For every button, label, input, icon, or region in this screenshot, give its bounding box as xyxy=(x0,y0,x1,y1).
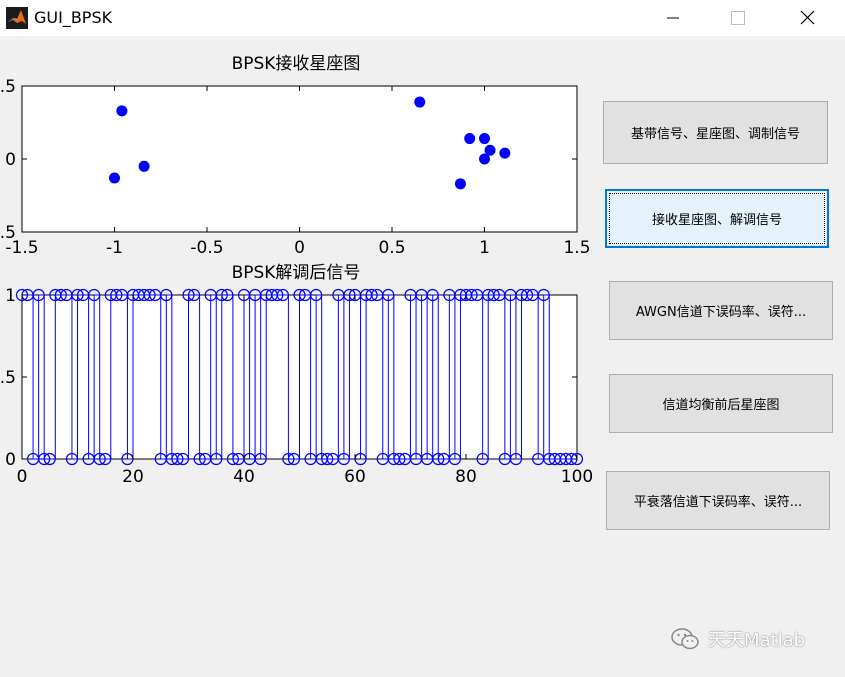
constellation-axes: BPSK接收星座图 -1.5 -1 -0.5 0 0.5 1 1.5 .50.5 xyxy=(0,54,591,258)
constellation-point xyxy=(454,178,466,190)
x-tick-label: 100 xyxy=(561,467,593,487)
button-label: 基带信号、星座图、调制信号 xyxy=(630,127,800,142)
x-tick-label: -0.5 xyxy=(190,238,223,258)
axes-box xyxy=(21,85,578,233)
button-label: 信道均衡前后星座图 xyxy=(662,398,780,413)
button-label: 接收星座图、解调信号 xyxy=(651,213,782,228)
window-title: GUI_BPSK xyxy=(34,8,113,27)
maximize-button[interactable] xyxy=(714,0,760,36)
x-tick-label: 20 xyxy=(122,467,144,487)
title-bar: GUI_BPSK xyxy=(0,0,845,36)
x-tick-label: 1 xyxy=(479,238,490,258)
x-tick-label: 80 xyxy=(455,467,477,487)
chart-title: BPSK接收星座图 xyxy=(232,54,361,74)
minimize-icon xyxy=(667,17,679,19)
watermark: 天天Matlab xyxy=(670,624,805,654)
receive-constellation-demod-button[interactable]: 接收星座图、解调信号 xyxy=(605,189,829,248)
x-tick-label: 40 xyxy=(233,467,255,487)
chart-title: BPSK解调后信号 xyxy=(232,263,361,283)
x-tick-label: 1.5 xyxy=(563,238,590,258)
constellation-point xyxy=(499,147,511,159)
x-tick-label: 60 xyxy=(344,467,366,487)
matlab-logo-icon xyxy=(6,7,28,29)
maximize-icon xyxy=(731,11,745,25)
wechat-icon xyxy=(671,628,699,650)
watermark-text: 天天Matlab xyxy=(708,630,806,651)
equalization-constellation-button[interactable]: 信道均衡前后星座图 xyxy=(609,374,833,433)
demodulated-axes: BPSK解调后信号 0 20 40 60 80 100 1 .5 0 xyxy=(0,263,593,487)
button-label: 平衰落信道下误码率、误符... xyxy=(633,495,803,510)
constellation-point xyxy=(484,144,496,156)
y-tick-label: 0 xyxy=(5,450,16,470)
button-label: AWGN信道下误码率、误符... xyxy=(635,305,807,320)
constellation-point xyxy=(464,133,476,145)
constellation-point xyxy=(479,133,490,145)
awgn-error-rate-button[interactable]: AWGN信道下误码率、误符... xyxy=(609,281,833,340)
x-tick-label: -1 xyxy=(106,238,123,258)
flat-fading-error-rate-button[interactable]: 平衰落信道下误码率、误符... xyxy=(606,471,830,530)
y-tick-label: .5 xyxy=(0,223,16,243)
x-tick-label: 0.5 xyxy=(378,238,405,258)
close-button[interactable] xyxy=(784,0,830,36)
constellation-point xyxy=(116,105,128,117)
x-tick-label: 0 xyxy=(17,467,28,487)
y-tick-label: 0 xyxy=(5,150,16,170)
x-tick-label: 0 xyxy=(294,238,305,258)
plots-canvas: BPSK接收星座图 -1.5 -1 -0.5 0 0.5 1 1.5 .50.5 BPSK解… xyxy=(0,54,593,487)
constellation-point xyxy=(414,96,426,108)
baseband-constellation-modulation-button[interactable]: 基带信号、星座图、调制信号 xyxy=(603,101,828,164)
close-icon xyxy=(800,10,815,25)
y-tick-label: .5 xyxy=(0,368,16,388)
constellation-point xyxy=(109,172,120,184)
minimize-button[interactable] xyxy=(650,0,696,36)
y-tick-label: .5 xyxy=(0,77,16,97)
y-tick-label: 1 xyxy=(5,286,16,306)
constellation-point xyxy=(138,160,150,172)
